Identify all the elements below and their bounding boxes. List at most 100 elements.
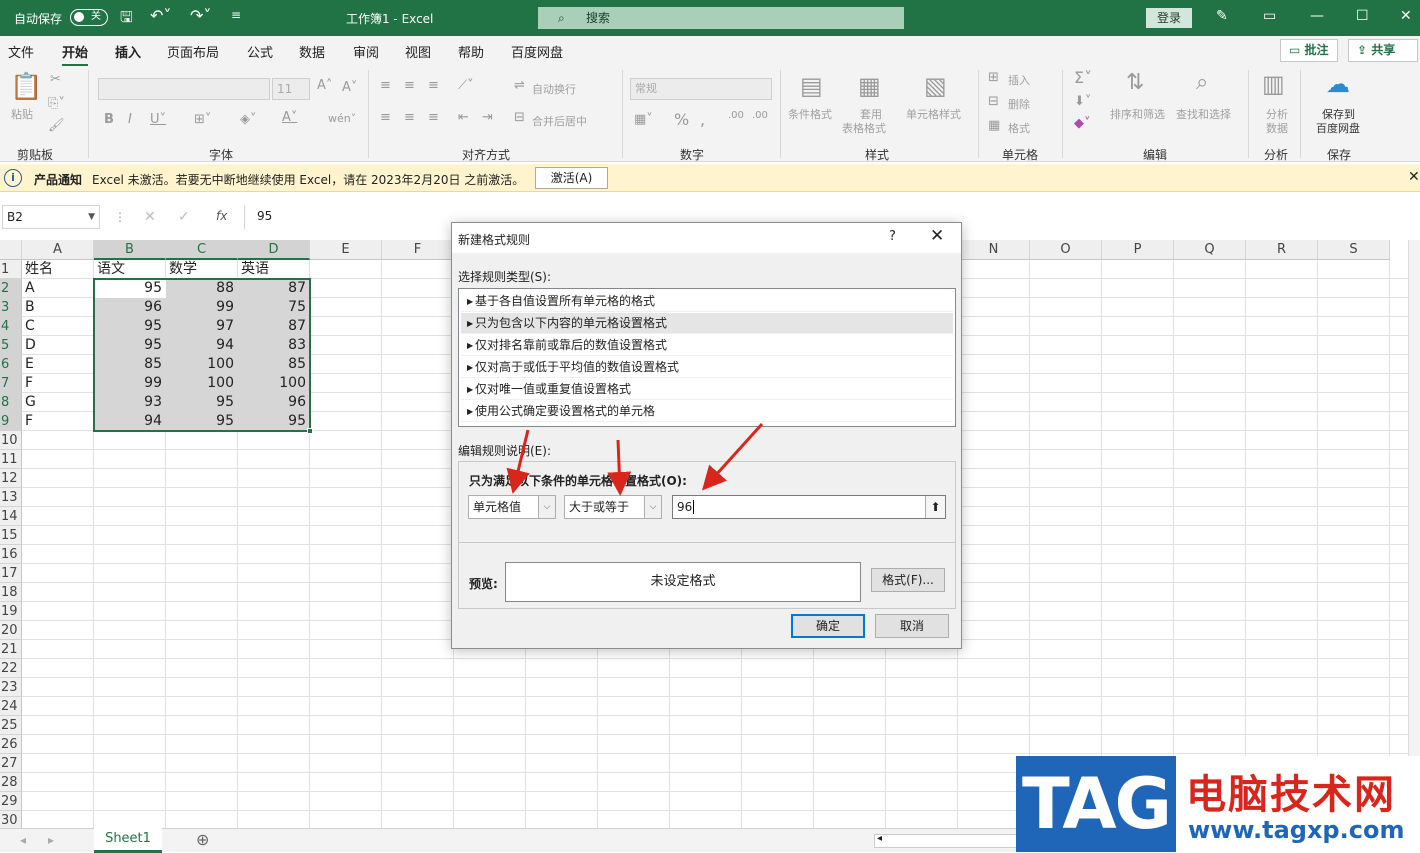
rule-type-item[interactable]: ▶ 仅对排名靠前或靠后的数值设置格式 [461, 335, 953, 356]
italic-icon[interactable]: I [128, 112, 132, 127]
column-header-s[interactable]: S [1318, 240, 1390, 260]
row-header-23[interactable]: 23 [0, 678, 22, 697]
table-format-label-2[interactable]: 表格格式 [842, 120, 886, 136]
cell-style-icon[interactable]: ▧ [924, 72, 947, 100]
delete-cells-label[interactable]: 删除 [1008, 96, 1030, 112]
wrap-text-label[interactable]: 自动换行 [532, 81, 576, 97]
wrap-text-icon[interactable]: ⇌ [514, 78, 525, 93]
close-icon[interactable]: ✕ [1400, 8, 1412, 24]
table-format-icon[interactable]: ▦ [858, 72, 881, 100]
tab-page-layout[interactable]: 页面布局 [167, 42, 219, 61]
redo-icon[interactable]: ↷˅ [190, 6, 211, 25]
column-header-p[interactable]: P [1102, 240, 1174, 260]
row-header-2[interactable]: 2 [0, 279, 22, 298]
row-header-6[interactable]: 6 [0, 355, 22, 374]
column-header-c[interactable]: C [166, 240, 238, 260]
cancel-entry-icon[interactable]: ✕ [144, 209, 156, 225]
next-sheet-icon[interactable]: ▸ [48, 833, 54, 847]
format-cells-icon[interactable]: ▦ [988, 118, 1000, 133]
column-header-n[interactable]: N [958, 240, 1030, 260]
data-cell[interactable]: F [25, 374, 33, 393]
increase-indent-icon[interactable]: ⇥ [482, 110, 493, 125]
rule-type-item[interactable]: ▶ 仅对高于或低于平均值的数值设置格式 [461, 357, 953, 378]
cell-value-combo[interactable]: 单元格值 ⌵ [468, 495, 556, 519]
analyze-data-icon[interactable]: ▥ [1262, 70, 1285, 98]
orientation-icon[interactable]: ⟋˅ [458, 78, 474, 93]
row-header-1[interactable]: 1 [0, 260, 22, 279]
prev-sheet-icon[interactable]: ◂ [20, 833, 26, 847]
header-cell[interactable]: 姓名 [25, 260, 53, 279]
operator-combo[interactable]: 大于或等于 ⌵ [564, 495, 662, 519]
data-cell[interactable]: G [25, 393, 36, 412]
cancel-button[interactable]: 取消 [875, 614, 949, 638]
tab-data[interactable]: 数据 [299, 42, 325, 61]
font-grow-icon[interactable]: A˄ [317, 78, 332, 93]
close-notification-icon[interactable]: ✕ [1408, 169, 1420, 185]
fill-icon[interactable]: ⬇˅ [1074, 94, 1091, 109]
autosum-icon[interactable]: Σ˅ [1074, 68, 1092, 87]
row-header-16[interactable]: 16 [0, 545, 22, 564]
header-cell[interactable]: 英语 [241, 260, 269, 279]
format-painter-icon[interactable]: 🖌 [48, 118, 65, 133]
sort-filter-label[interactable]: 排序和筛选 [1110, 106, 1165, 122]
data-cell[interactable]: F [25, 412, 33, 431]
tab-help[interactable]: 帮助 [458, 42, 484, 61]
row-header-24[interactable]: 24 [0, 697, 22, 716]
format-button[interactable]: 格式(F)... [871, 568, 945, 592]
paste-icon[interactable]: 📋 [10, 72, 42, 102]
sort-filter-icon[interactable]: ⇅ [1126, 70, 1144, 95]
maximize-icon[interactable]: ☐ [1356, 8, 1369, 24]
underline-icon[interactable]: U˅ [150, 112, 166, 127]
baidu-cloud-icon[interactable]: ☁ [1326, 70, 1350, 98]
column-header-a[interactable]: A [22, 240, 94, 260]
share-button[interactable]: ⇪ 共享 [1348, 39, 1418, 62]
activate-button[interactable]: 激活(A) [535, 167, 608, 189]
column-header-r[interactable]: R [1246, 240, 1318, 260]
rule-type-item[interactable]: ▶ 只为包含以下内容的单元格设置格式 [461, 313, 953, 334]
row-header-3[interactable]: 3 [0, 298, 22, 317]
chevron-down-icon[interactable]: ⌵ [538, 496, 555, 518]
pen-icon[interactable]: ✎ [1216, 8, 1228, 24]
conditional-format-label[interactable]: 条件格式 [788, 106, 832, 122]
align-left-icon[interactable]: ≡ [380, 110, 391, 125]
insert-cells-icon[interactable]: ⊞ [988, 70, 999, 85]
clear-icon[interactable]: ◆˅ [1074, 116, 1091, 131]
row-header-14[interactable]: 14 [0, 507, 22, 526]
column-header-b[interactable]: B [94, 240, 166, 260]
align-bottom-icon[interactable]: ≡ [428, 78, 439, 93]
ribbon-display-icon[interactable]: ▭ [1263, 8, 1276, 24]
data-cell[interactable]: E [25, 355, 34, 374]
vertical-scrollbar[interactable] [1408, 240, 1420, 828]
chevron-down-icon[interactable]: ⌵ [644, 496, 661, 518]
row-header-13[interactable]: 13 [0, 488, 22, 507]
border-icon[interactable]: ⊞˅ [194, 112, 211, 127]
cut-icon[interactable]: ✂ [50, 72, 61, 87]
row-header-28[interactable]: 28 [0, 773, 22, 792]
font-color-icon[interactable]: A˅ [282, 110, 297, 125]
row-header-27[interactable]: 27 [0, 754, 22, 773]
save-icon[interactable]: 🖫 [120, 7, 133, 32]
comma-icon[interactable]: , [700, 110, 705, 129]
column-header-d[interactable]: D [238, 240, 310, 260]
accounting-icon[interactable]: ▦˅ [634, 112, 653, 127]
data-cell[interactable]: A [25, 279, 35, 298]
undo-icon[interactable]: ↶˅ [150, 6, 171, 25]
row-header-12[interactable]: 12 [0, 469, 22, 488]
merge-label[interactable]: 合并后居中 [532, 113, 587, 129]
row-header-22[interactable]: 22 [0, 659, 22, 678]
name-box-dropdown-icon[interactable]: ▼ [88, 206, 95, 228]
row-header-30[interactable]: 30 [0, 811, 22, 828]
font-shrink-icon[interactable]: A˅ [342, 80, 357, 95]
horizontal-scrollbar[interactable]: ◂ [874, 833, 1024, 848]
increase-decimal-icon[interactable]: .00 [728, 110, 744, 121]
collapse-dialog-icon[interactable]: ⬆ [925, 496, 945, 518]
phonetic-icon[interactable]: wén˅ [328, 112, 356, 125]
align-top-icon[interactable]: ≡ [380, 78, 391, 93]
header-cell[interactable]: 语文 [97, 260, 125, 279]
percent-icon[interactable]: % [674, 110, 689, 129]
customize-qat-icon[interactable]: ≡ [231, 8, 241, 22]
align-right-icon[interactable]: ≡ [428, 110, 439, 125]
row-header-25[interactable]: 25 [0, 716, 22, 735]
tab-formulas[interactable]: 公式 [247, 42, 273, 61]
tab-view[interactable]: 视图 [405, 42, 431, 61]
